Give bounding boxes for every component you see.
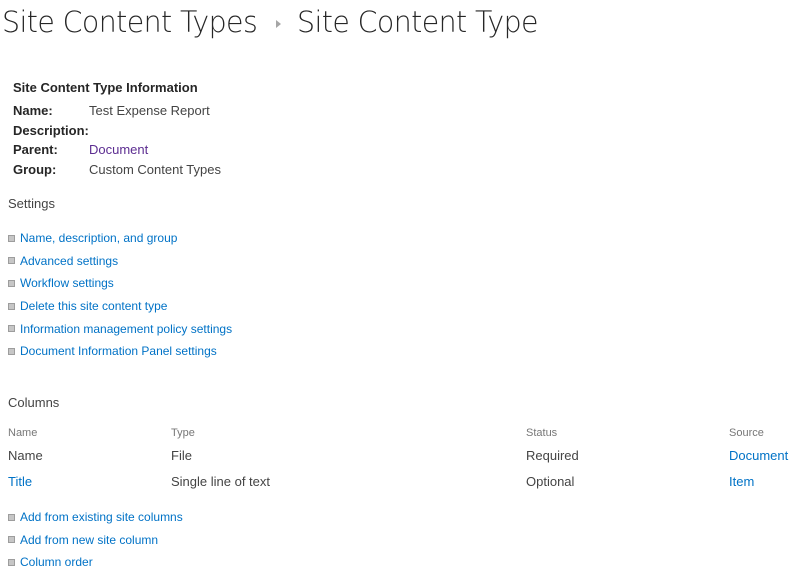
settings-link-item: Document Information Panel settings [8, 340, 232, 363]
parent-link[interactable]: Document [89, 140, 148, 160]
bullet-icon [8, 257, 15, 265]
info-label: Parent: [13, 142, 58, 157]
bullet-icon [8, 536, 15, 544]
advanced-settings-link[interactable]: Advanced settings [20, 254, 118, 268]
page-title: Site Content Type [297, 5, 539, 39]
columns-table: Name Type Status Source Name File Requir… [8, 424, 792, 494]
columns-header-row: Name Type Status Source [8, 424, 792, 442]
columns-link-item: Column order [8, 551, 183, 574]
column-status-cell: Optional [526, 473, 575, 489]
column-source-link[interactable]: Item [729, 468, 792, 494]
info-label: Name: [13, 103, 53, 118]
settings-link-item: Information management policy settings [8, 317, 232, 340]
breadcrumb-separator-icon [276, 20, 282, 28]
add-existing-site-columns-link[interactable]: Add from existing site columns [20, 510, 183, 524]
document-information-panel-link[interactable]: Document Information Panel settings [20, 344, 217, 358]
settings-link-item: Workflow settings [8, 272, 232, 295]
column-name-cell: Name [8, 447, 43, 463]
column-type-cell: Single line of text [171, 473, 271, 489]
column-header-source: Source [729, 427, 764, 439]
delete-content-type-link[interactable]: Delete this site content type [20, 299, 167, 313]
info-row-parent: Parent: Document [13, 140, 221, 160]
column-header-name: Name [8, 427, 38, 439]
table-row: Name File Required Document [8, 442, 792, 468]
column-name-link[interactable]: Title [8, 468, 171, 494]
columns-link-item: Add from existing site columns [8, 506, 183, 529]
bullet-icon [8, 302, 15, 310]
info-heading: Site Content Type Information [13, 80, 198, 95]
column-status-cell: Required [526, 447, 579, 463]
column-header-type: Type [171, 427, 195, 439]
info-row-description: Description: [13, 121, 221, 141]
columns-section-title: Columns [8, 395, 60, 410]
settings-link-item: Advanced settings [8, 250, 232, 273]
bullet-icon [8, 558, 15, 566]
column-type-cell: File [171, 447, 192, 463]
columns-links: Add from existing site columns Add from … [8, 506, 183, 574]
columns-link-item: Add from new site column [8, 529, 183, 552]
bullet-icon [8, 279, 15, 287]
settings-link-item: Name, description, and group [8, 227, 232, 250]
settings-links: Name, description, and group Advanced se… [8, 227, 232, 363]
bullet-icon [8, 347, 15, 355]
name-description-group-link[interactable]: Name, description, and group [20, 231, 177, 245]
info-row-name: Name: Test Expense Report [13, 101, 221, 121]
bullet-icon [8, 234, 15, 242]
settings-section-title: Settings [8, 196, 55, 211]
info-label: Group: [13, 161, 57, 177]
bullet-icon [8, 513, 15, 521]
breadcrumb-parent-link[interactable]: Site Content Types [2, 5, 258, 39]
info-row-group: Group: Custom Content Types [13, 160, 221, 180]
info-value: Test Expense Report [89, 103, 210, 118]
table-row: Title Single line of text Optional Item [8, 468, 792, 494]
breadcrumb: Site Content Types Site Content Type [2, 0, 543, 44]
column-header-status: Status [526, 427, 558, 439]
info-label: Description: [13, 122, 89, 138]
column-order-link[interactable]: Column order [20, 555, 93, 569]
add-new-site-column-link[interactable]: Add from new site column [20, 533, 158, 547]
info-value: Custom Content Types [89, 161, 221, 177]
workflow-settings-link[interactable]: Workflow settings [20, 276, 114, 290]
information-management-policy-link[interactable]: Information management policy settings [20, 322, 232, 336]
bullet-icon [8, 325, 15, 333]
settings-link-item: Delete this site content type [8, 295, 232, 318]
column-source-link[interactable]: Document [729, 442, 792, 468]
content-type-info: Site Content Type Information Name: Test… [13, 78, 221, 179]
